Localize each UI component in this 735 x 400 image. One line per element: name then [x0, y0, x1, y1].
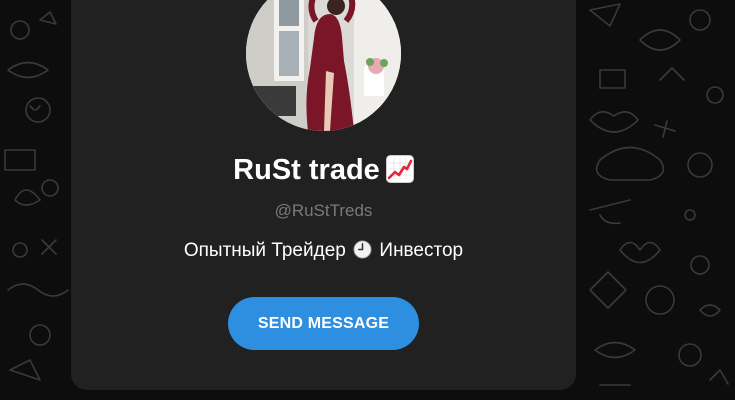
channel-username: @RuStTreds	[274, 201, 373, 220]
channel-name: RuSt trade	[233, 154, 380, 186]
send-message-button[interactable]: SEND MESSAGE	[228, 297, 419, 350]
bio-text-part2: Инвестор	[379, 240, 464, 261]
telegram-channel-preview: RuSt trade @RuStTreds Опытный Трейдер Ин…	[0, 0, 735, 400]
channel-description: Опытный Трейдер Инвестор	[71, 238, 576, 264]
chart-increasing-icon	[385, 155, 414, 183]
bio-text-part1: Опытный Трейдер	[183, 240, 346, 261]
channel-title: RuSt trade	[71, 150, 576, 190]
clock-icon	[353, 240, 372, 259]
